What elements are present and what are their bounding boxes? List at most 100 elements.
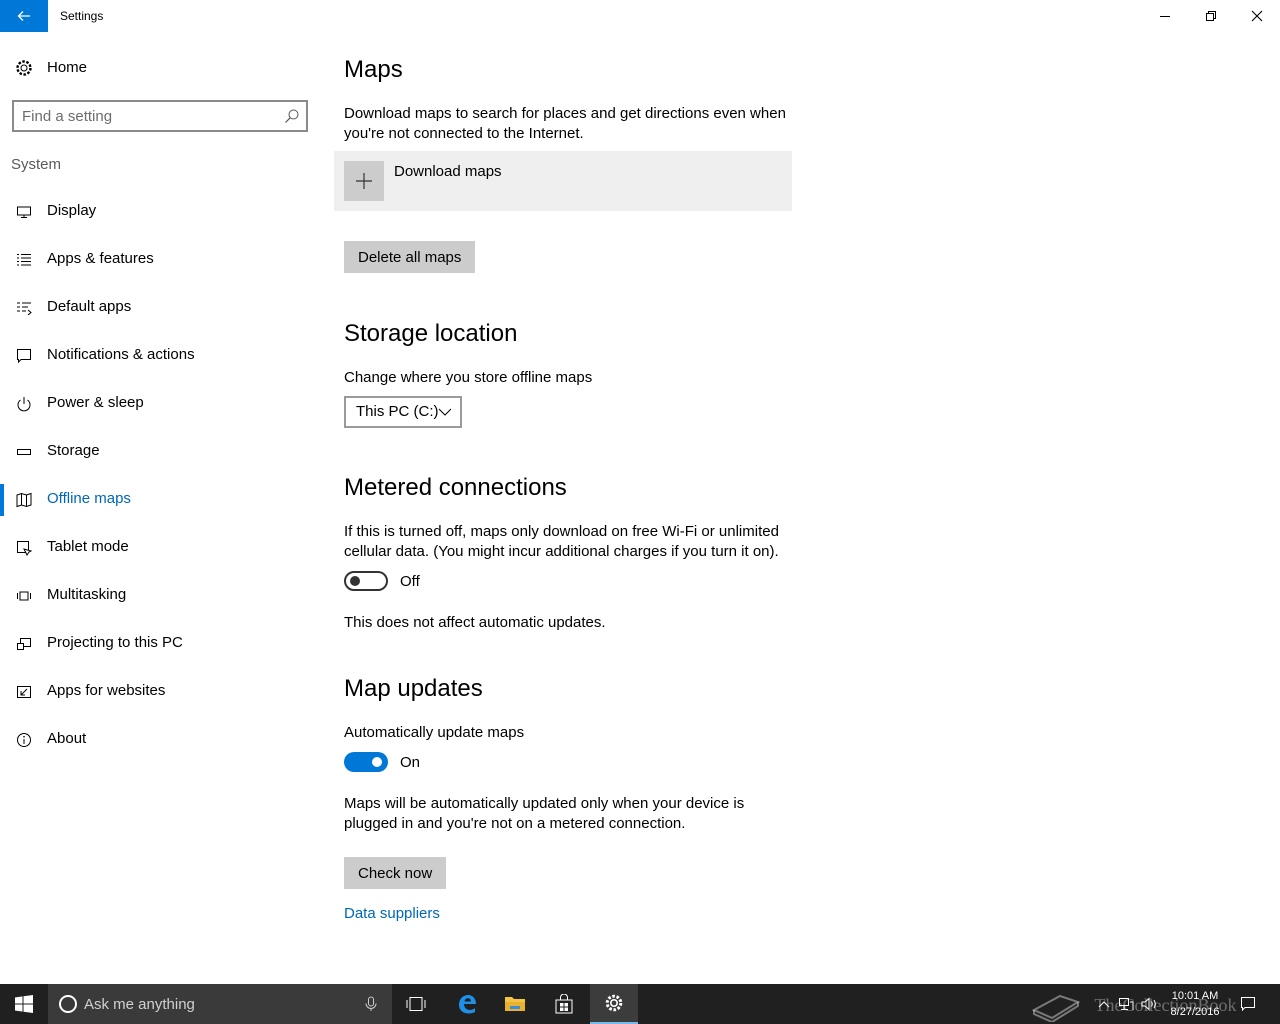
gear-icon	[605, 994, 623, 1012]
sidebar-item-notifications[interactable]: Notifications & actions	[0, 334, 320, 378]
action-center-icon	[1241, 997, 1255, 1012]
home-nav-item[interactable]: Home	[0, 52, 320, 84]
active-indicator	[0, 484, 4, 516]
minimize-icon	[1160, 16, 1170, 17]
metered-description: If this is turned off, maps only downloa…	[344, 523, 779, 560]
download-maps-button[interactable]: Download maps	[334, 151, 792, 211]
storage-icon	[14, 442, 34, 462]
sidebar-item-about[interactable]: About	[0, 718, 320, 762]
tablet-icon	[14, 538, 34, 558]
toggle-knob	[350, 576, 360, 586]
restore-button[interactable]	[1188, 0, 1234, 32]
delete-all-maps-button[interactable]: Delete all maps	[344, 241, 476, 273]
sidebar-item-storage[interactable]: Storage	[0, 430, 320, 474]
storage-location-dropdown[interactable]: This PC (C:)	[344, 396, 462, 428]
sidebar-item-tablet-mode[interactable]: Tablet mode	[0, 526, 320, 570]
default-apps-icon	[14, 298, 34, 318]
metered-toggle-state: Off	[400, 573, 420, 590]
start-button[interactable]	[0, 984, 48, 1024]
sidebar-item-label: Notifications & actions	[47, 346, 195, 363]
task-view-button[interactable]	[392, 984, 440, 1024]
group-label-system: System	[11, 156, 62, 173]
sidebar-item-label: Tablet mode	[47, 538, 129, 555]
auto-update-toggle-state: On	[400, 754, 421, 771]
task-view-icon	[406, 997, 426, 1011]
cortana-icon	[59, 995, 77, 1013]
file-explorer-button[interactable]	[491, 984, 539, 1024]
sidebar-item-power-sleep[interactable]: Power & sleep	[0, 382, 320, 426]
sidebar-item-projecting[interactable]: Projecting to this PC	[0, 622, 320, 666]
auto-update-label: Automatically update maps	[344, 724, 525, 741]
restore-icon	[1206, 11, 1216, 21]
sidebar-item-label: Offline maps	[47, 490, 131, 507]
sidebar-item-multitasking[interactable]: Multitasking	[0, 574, 320, 618]
monitor-icon	[14, 202, 34, 222]
search-icon[interactable]	[284, 108, 300, 124]
search-input[interactable]	[22, 102, 272, 130]
minimize-button[interactable]	[1142, 0, 1188, 32]
power-icon	[14, 394, 34, 414]
metered-toggle[interactable]	[344, 571, 388, 591]
auto-update-toggle[interactable]	[344, 752, 388, 772]
sidebar-item-label: Apps for websites	[47, 682, 166, 699]
metered-note: This does not affect automatic updates.	[344, 614, 606, 631]
store-icon	[555, 994, 573, 1014]
folder-icon	[505, 997, 525, 1011]
edge-icon	[459, 995, 476, 1014]
updates-description: Maps will be automatically updated only …	[344, 795, 745, 832]
storage-heading: Storage location	[344, 320, 518, 347]
download-maps-label: Download maps	[394, 163, 502, 180]
sidebar-item-apps-features[interactable]: Apps & features	[0, 238, 320, 282]
updates-heading: Map updates	[344, 675, 483, 702]
close-button[interactable]	[1234, 0, 1280, 32]
back-arrow-icon	[17, 11, 30, 21]
sidebar-item-label: Multitasking	[47, 586, 127, 603]
sidebar-item-label: Projecting to this PC	[47, 634, 183, 651]
maps-heading: Maps	[344, 56, 403, 83]
sidebar-item-apps-websites[interactable]: Apps for websites	[0, 670, 320, 714]
metered-heading: Metered connections	[344, 474, 567, 501]
plus-icon	[344, 161, 384, 201]
search-box[interactable]	[12, 100, 308, 132]
multitasking-icon	[14, 586, 34, 606]
windows-logo-icon	[15, 995, 33, 1013]
map-icon	[14, 490, 34, 510]
apps-websites-icon	[14, 682, 34, 702]
sidebar-item-label: About	[47, 730, 87, 747]
sidebar-item-label: Default apps	[47, 298, 132, 315]
sidebar-item-label: Display	[47, 202, 97, 219]
sidebar-item-default-apps[interactable]: Default apps	[0, 286, 320, 330]
sidebar-item-label: Power & sleep	[47, 394, 144, 411]
sidebar-item-offline-maps[interactable]: Offline maps	[0, 478, 320, 522]
store-button[interactable]	[540, 984, 588, 1024]
storage-description: Change where you store offline maps	[344, 369, 593, 386]
sidebar-item-label: Storage	[47, 442, 100, 459]
watermark: TheCollectionBook	[1030, 992, 1237, 1024]
storage-location-value: This PC (C:)	[356, 403, 439, 420]
toggle-knob	[372, 757, 382, 767]
book-icon	[1031, 994, 1081, 1024]
maps-description: Download maps to search for places and g…	[344, 105, 786, 142]
edge-button[interactable]	[443, 984, 491, 1024]
window-title: Settings	[60, 9, 104, 23]
sidebar-item-label: Apps & features	[47, 250, 154, 267]
check-now-button[interactable]: Check now	[344, 857, 447, 889]
cortana-search-input[interactable]	[84, 984, 344, 1024]
microphone-icon[interactable]	[364, 996, 378, 1012]
info-icon	[14, 730, 34, 750]
chevron-down-icon	[438, 408, 452, 416]
close-icon	[1251, 10, 1263, 22]
home-label: Home	[47, 59, 88, 76]
sidebar-item-display[interactable]: Display	[0, 190, 320, 234]
sidebar: Home System Display Apps & features Defa…	[0, 32, 320, 984]
action-center-button[interactable]	[1236, 984, 1260, 1024]
cortana-search-box[interactable]	[48, 984, 392, 1024]
notification-icon	[14, 346, 34, 366]
watermark-text: TheCollectionBook	[1094, 995, 1237, 1016]
title-bar: Settings	[0, 0, 1280, 32]
data-suppliers-link[interactable]: Data suppliers	[344, 905, 440, 922]
settings-taskbar-button[interactable]	[590, 984, 638, 1024]
back-button[interactable]	[0, 0, 48, 32]
list-icon	[14, 250, 34, 270]
projecting-icon	[14, 634, 34, 654]
